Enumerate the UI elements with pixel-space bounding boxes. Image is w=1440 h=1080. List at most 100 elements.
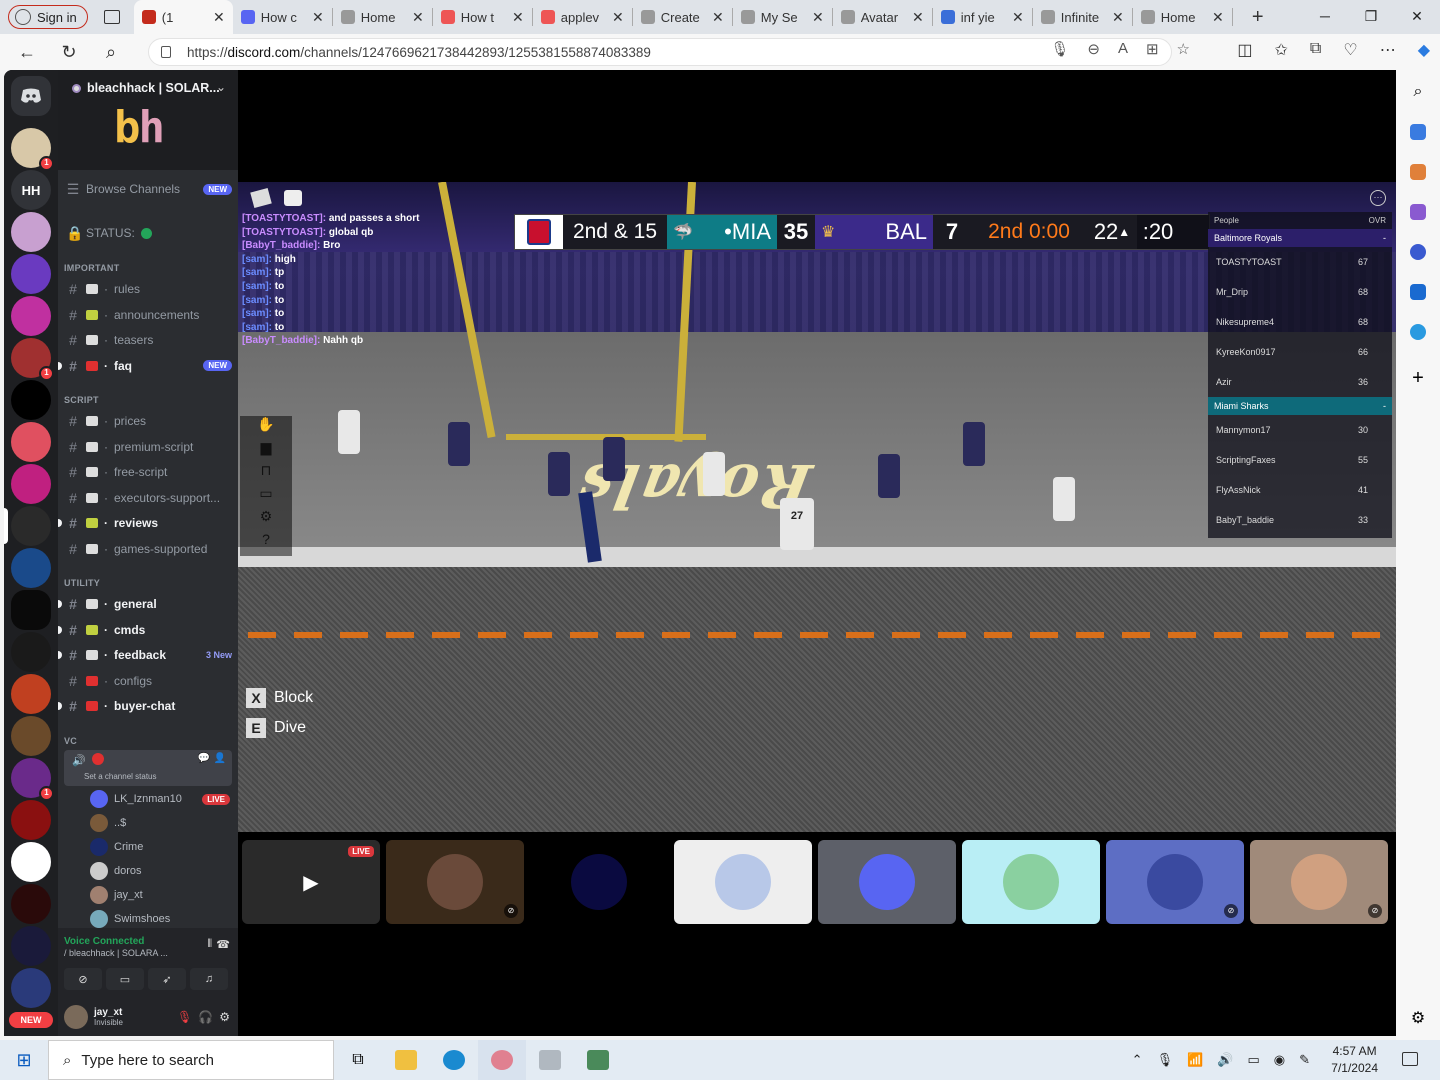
channel-status-label[interactable]: Set a channel status [84, 772, 157, 781]
server-icon[interactable] [11, 800, 51, 840]
tab-close-icon[interactable]: ✕ [812, 9, 824, 26]
participant-tile[interactable] [674, 840, 812, 924]
sidebar-search-icon[interactable]: ⌕ [1396, 72, 1440, 112]
server-icon[interactable] [11, 632, 51, 672]
search-icon[interactable]: ⌕ [90, 42, 132, 63]
channel-reviews[interactable]: # · reviews [66, 512, 232, 534]
new-servers-pill[interactable]: NEW [9, 1012, 53, 1028]
voice-channel-active[interactable]: 🔊 Set a channel status 💬 👤 [64, 750, 232, 786]
server-icon[interactable] [11, 254, 51, 294]
restore-icon[interactable]: ❐ [1348, 0, 1394, 34]
file-explorer-icon[interactable] [382, 1040, 430, 1080]
notification-center-icon[interactable] [1402, 1052, 1418, 1066]
tab-close-icon[interactable]: ✕ [312, 9, 324, 26]
user-panel[interactable]: jay_xt Invisible 🎙 🎧 ⚙ [58, 998, 238, 1036]
server-icon[interactable] [11, 842, 51, 882]
server-icon[interactable] [11, 926, 51, 966]
shopping-tag-icon[interactable] [1396, 112, 1440, 152]
channel-executors-support-[interactable]: # · executors-support... [66, 487, 232, 509]
server-icon[interactable]: 1 [11, 128, 54, 171]
browser-tab[interactable]: Infinite ✕ [1033, 0, 1132, 34]
playerlist-row[interactable]: FlyAssNick 41 [1208, 475, 1392, 505]
tool-help-icon[interactable]: ? [240, 531, 292, 554]
network-icon[interactable]: 📶 [1187, 1052, 1203, 1068]
channel-faq[interactable]: # · faq NEW [66, 355, 232, 377]
category-important[interactable]: IMPORTANT [64, 263, 120, 273]
tool-hand-icon[interactable]: ✋ [240, 416, 292, 439]
favorite-star-icon[interactable]: ☆ [1177, 40, 1190, 58]
browser-tab[interactable]: How c ✕ [233, 0, 332, 34]
address-bar[interactable]: https://discord.com/channels/12476696217… [148, 38, 1172, 66]
browser-tab[interactable]: Home ✕ [1133, 0, 1232, 34]
guild-name[interactable]: bleachhack | SOLAR... [72, 81, 220, 95]
activity-rocket-icon[interactable]: ➶ [148, 968, 186, 990]
new-tab-button[interactable]: + [1243, 6, 1273, 29]
soundboard-icon[interactable]: ♫ [190, 968, 228, 990]
camera-tray-icon[interactable]: ◉ [1274, 1052, 1285, 1068]
noise-suppression-icon[interactable]: ⫴ [207, 938, 212, 951]
server-icon[interactable] [11, 296, 51, 336]
disconnect-icon[interactable]: ☎ [216, 938, 230, 951]
tab-close-icon[interactable]: ✕ [1212, 9, 1224, 26]
tab-close-icon[interactable]: ✕ [912, 9, 924, 26]
sidebar-settings-icon[interactable]: ⚙ [1396, 998, 1440, 1038]
server-icon[interactable] [11, 674, 51, 714]
tool-settings-icon[interactable]: ⚙ [240, 508, 292, 531]
add-sidebar-app-icon[interactable]: + [1396, 358, 1440, 398]
tab-close-icon[interactable]: ✕ [612, 9, 624, 26]
voice-member[interactable]: doros [90, 860, 230, 882]
playerlist-row[interactable]: Nikesupreme4 68 [1208, 307, 1392, 337]
camera-off-icon[interactable]: ⊘ [64, 968, 102, 990]
mic-muted-icon[interactable]: 🎙 [177, 1010, 192, 1024]
voice-member[interactable]: Swimshoes [90, 908, 230, 930]
server-icon[interactable] [11, 380, 51, 420]
telegram-icon[interactable] [1396, 312, 1440, 352]
browser-tab[interactable]: How t ✕ [433, 0, 532, 34]
playerlist-row[interactable]: Mr_Drip 68 [1208, 277, 1392, 307]
volume-icon[interactable]: 🔊 [1217, 1052, 1233, 1068]
edge-browser-icon[interactable] [430, 1040, 478, 1080]
server-icon[interactable] [11, 884, 51, 924]
taskbar-search[interactable]: ⌕ Type here to search [48, 1040, 334, 1080]
user-avatar[interactable] [64, 1005, 88, 1029]
app-icon[interactable]: ⊞ [1146, 40, 1159, 58]
playerlist-row[interactable]: KyreeKon0917 66 [1208, 337, 1392, 367]
tab-close-icon[interactable]: ✕ [1012, 9, 1024, 26]
participant-tile[interactable] [530, 840, 668, 924]
collections-icon[interactable]: ⧉ [1310, 40, 1321, 60]
server-icon[interactable] [11, 506, 51, 546]
notepad-app-icon[interactable] [574, 1040, 622, 1080]
close-icon[interactable]: ✕ [1394, 0, 1440, 34]
voice-member[interactable]: Crime [90, 836, 230, 858]
tool-bag-icon[interactable]: ▭ [240, 485, 292, 508]
windows-start-icon[interactable]: ⊞ [0, 1050, 48, 1071]
profile-signin-button[interactable]: Sign in [8, 5, 88, 29]
server-icon[interactable]: HH [11, 170, 51, 210]
server-icon[interactable] [11, 464, 51, 504]
back-icon[interactable]: ← [6, 42, 48, 63]
guild-header[interactable]: bleachhack | SOLAR... ⌄ bh [58, 70, 238, 170]
voice-member[interactable]: LK_Iznman10 LIVE [90, 788, 230, 810]
playerlist-row[interactable]: BabyT_baddie 33 [1208, 505, 1392, 535]
headphones-icon[interactable]: 🎧 [198, 1010, 213, 1024]
pen-icon[interactable]: ✎ [1299, 1052, 1310, 1068]
channel-free-script[interactable]: # · free-script [66, 461, 232, 483]
browser-tab[interactable]: inf yie ✕ [933, 0, 1032, 34]
more-options-icon[interactable]: ⋯ [1370, 190, 1386, 206]
participant-tile[interactable]: ⊘ [1106, 840, 1244, 924]
app-window-icon[interactable] [526, 1040, 574, 1080]
screen-share-icon[interactable]: ▭ [106, 968, 144, 990]
tab-actions-icon[interactable] [103, 10, 120, 24]
browser-tab[interactable]: Avatar ✕ [833, 0, 932, 34]
tab-close-icon[interactable]: ✕ [412, 9, 424, 26]
copilot-icon[interactable]: ◆ [1418, 40, 1430, 60]
voice-channel-sub[interactable]: / bleachhack | SOLARA ... [64, 948, 168, 958]
browser-tab[interactable]: applev ✕ [533, 0, 632, 34]
browse-channels[interactable]: ☰ Browse Channels NEW [66, 178, 232, 200]
participant-tile[interactable]: ▶ LIVE [242, 840, 380, 924]
channel-feedback[interactable]: # · feedback 3 New [66, 644, 232, 666]
microsoft365-icon[interactable] [1396, 232, 1440, 272]
show-hidden-icons-icon[interactable]: ⌃ [1132, 1052, 1143, 1068]
browser-tab[interactable]: Home ✕ [333, 0, 432, 34]
channel-cmds[interactable]: # · cmds [66, 619, 232, 641]
